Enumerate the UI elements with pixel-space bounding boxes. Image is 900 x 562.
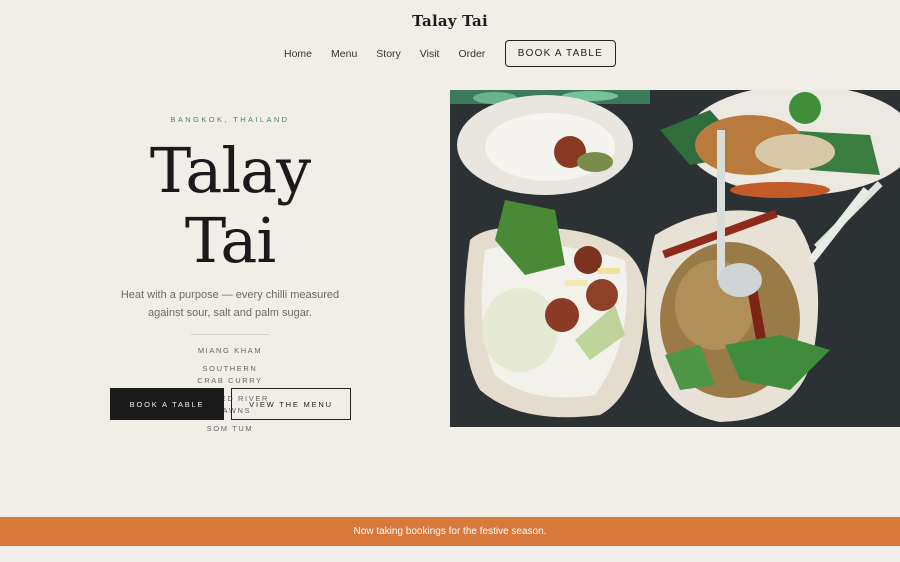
banner-text: Now taking bookings for the festive seas… bbox=[353, 526, 547, 537]
hero-actions: BOOK A TABLE VIEW THE MENU bbox=[110, 388, 351, 420]
hero-title: Talay Tai bbox=[149, 134, 311, 277]
nav-home[interactable]: Home bbox=[284, 48, 312, 60]
dish-item: MIANG KHAM bbox=[197, 346, 263, 355]
hero-tagline: Heat with a purpose — every chilli measu… bbox=[120, 289, 340, 319]
hero-food-photo bbox=[450, 90, 900, 427]
dish-item: SOUTHERN CRAB CURRY bbox=[197, 364, 263, 385]
announcement-banner: Now taking bookings for the festive seas… bbox=[0, 517, 900, 546]
main-nav: Home Menu Story Visit Order BOOK A TABLE bbox=[0, 40, 900, 67]
site-brand[interactable]: Talay Tai bbox=[0, 12, 900, 30]
hero-divider bbox=[191, 334, 269, 335]
dish-item: SOM TUM bbox=[206, 424, 254, 433]
nav-story[interactable]: Story bbox=[376, 48, 401, 60]
hero-eyebrow: BANGKOK, THAILAND bbox=[170, 115, 290, 124]
book-table-button[interactable]: BOOK A TABLE bbox=[110, 388, 224, 420]
nav-visit[interactable]: Visit bbox=[420, 48, 440, 60]
nav-menu[interactable]: Menu bbox=[331, 48, 357, 60]
nav-order[interactable]: Order bbox=[458, 48, 485, 60]
header-book-table-button[interactable]: BOOK A TABLE bbox=[504, 40, 616, 67]
view-menu-button[interactable]: VIEW THE MENU bbox=[231, 388, 351, 420]
